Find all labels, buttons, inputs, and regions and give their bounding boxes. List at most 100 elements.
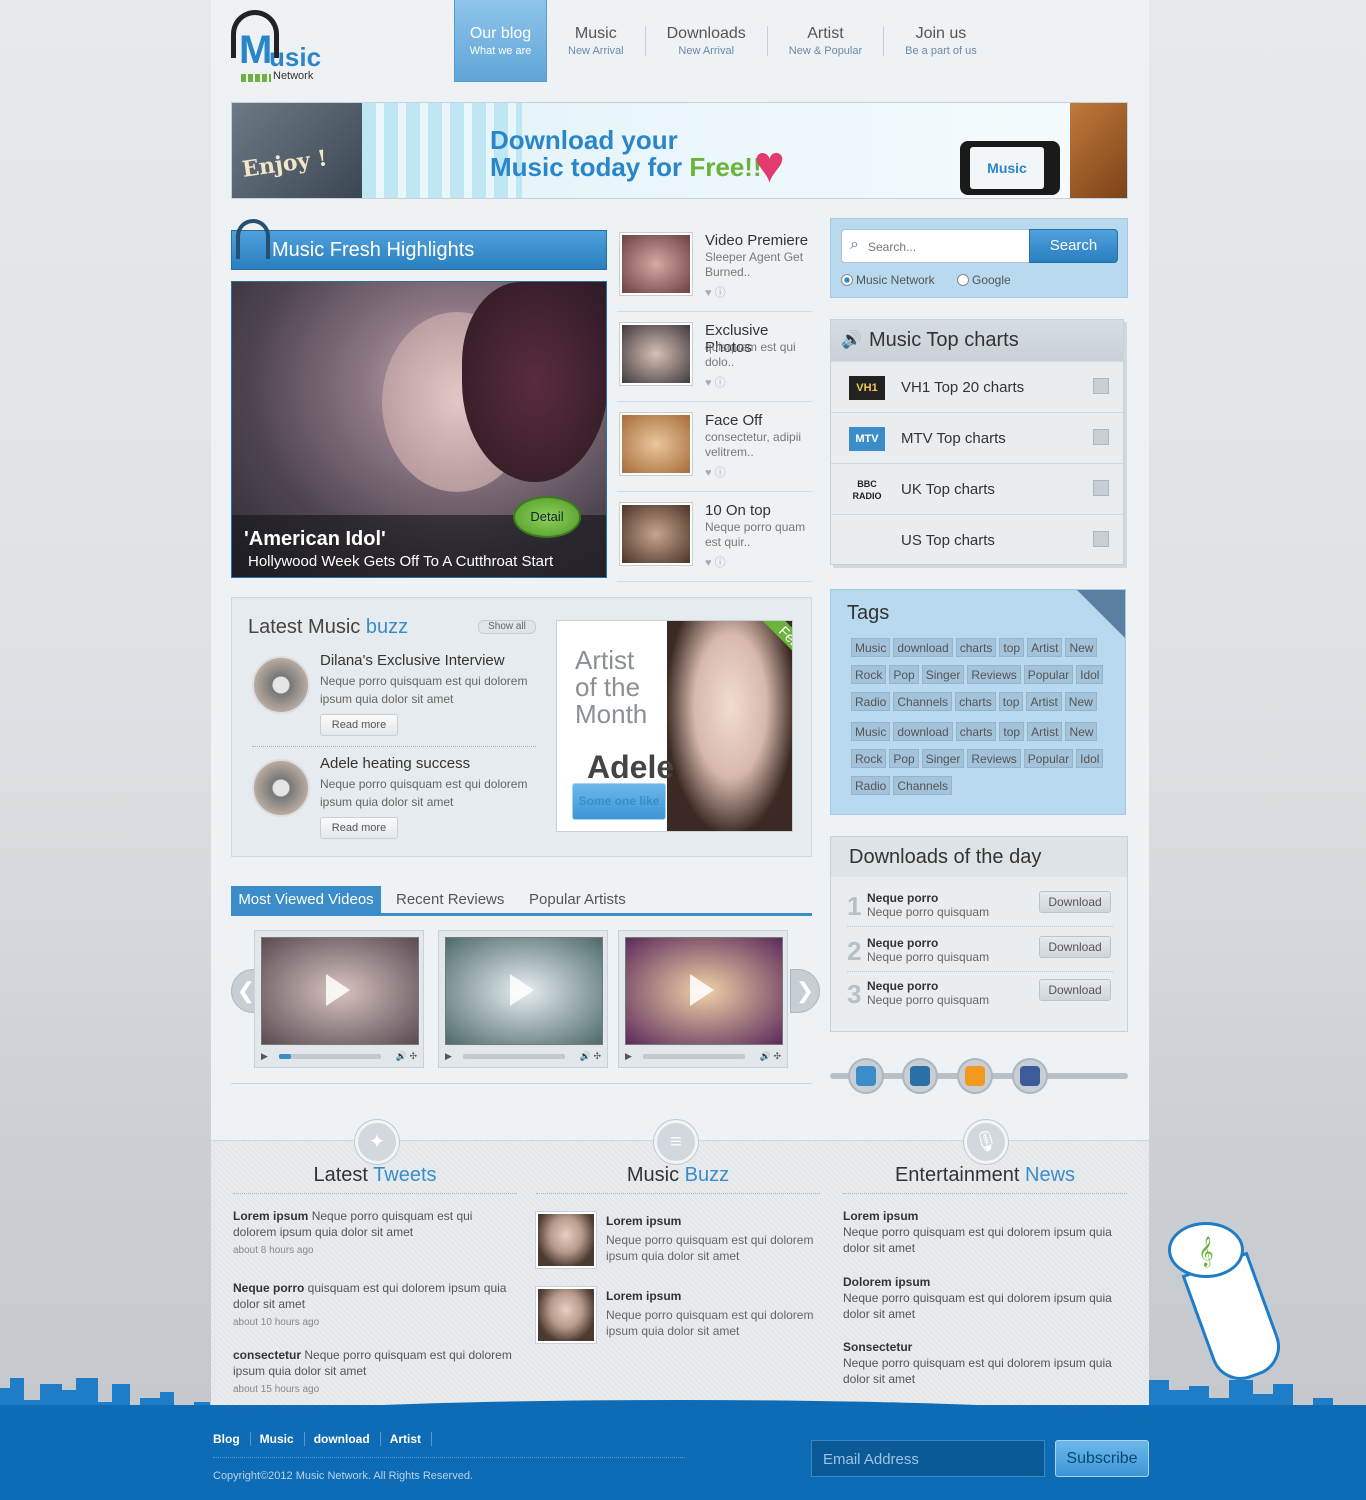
video-screen[interactable] [625, 937, 783, 1045]
tag-chip[interactable]: Pop [889, 749, 919, 768]
tag-chip[interactable]: Radio [851, 692, 891, 711]
tag-chip[interactable]: Music [851, 722, 891, 741]
like-info-icons[interactable]: ♥ ⓘ [705, 464, 726, 480]
video-screen[interactable] [445, 937, 603, 1045]
tweet-author[interactable]: Neque porro [233, 1281, 304, 1295]
tag-chip[interactable]: Popular [1023, 749, 1074, 768]
nav-item-join-us[interactable]: Join us Be a part of us [896, 0, 986, 82]
play-icon[interactable] [510, 974, 534, 1006]
video-player[interactable]: ▶ 🔊 ✣ [618, 930, 788, 1068]
progress-track[interactable] [643, 1054, 745, 1059]
tag-chip[interactable]: Radio [851, 776, 891, 795]
footer-link-download[interactable]: download [314, 1432, 381, 1446]
promo-banner[interactable]: Enjoy ! Download your Music today for Fr… [231, 102, 1128, 199]
tag-chip[interactable]: Popular [1023, 665, 1074, 684]
tweet-author[interactable]: Lorem ipsum [233, 1209, 308, 1223]
featured-story[interactable]: 'American Idol' Hollywood Week Gets Off … [231, 281, 607, 578]
tag-chip[interactable]: Music [851, 638, 891, 657]
tag-chip[interactable]: charts [955, 692, 996, 711]
buzz-title[interactable]: Adele heating success [320, 755, 470, 772]
tag-chip[interactable]: Reviews [967, 665, 1021, 684]
tag-chip[interactable]: Channels [893, 692, 953, 711]
tag-chip[interactable]: download [893, 638, 953, 657]
chart-item[interactable]: US Top charts [831, 514, 1123, 565]
tag-chip[interactable]: top [998, 692, 1024, 711]
footer-link-music[interactable]: Music [260, 1432, 305, 1446]
tag-chip[interactable]: top [999, 722, 1025, 741]
radio-music-network[interactable]: Music Network [841, 273, 935, 287]
chart-item[interactable]: VH1 VH1 Top 20 charts [831, 361, 1123, 412]
like-info-icons[interactable]: ♥ ⓘ [705, 284, 726, 300]
play-icon[interactable] [326, 974, 350, 1006]
search-input[interactable]: Search... [841, 229, 1033, 263]
show-all-button[interactable]: Show all [478, 620, 536, 634]
chart-item[interactable]: MTV MTV Top charts [831, 412, 1123, 463]
video-player[interactable]: ▶ 🔊 ✣ [254, 930, 424, 1068]
play-icon[interactable] [690, 974, 714, 1006]
microphone-icon[interactable]: 🎙 [964, 1120, 1008, 1164]
tag-chip[interactable]: Singer [921, 665, 965, 684]
plus-icon[interactable] [1093, 429, 1109, 445]
read-more-button[interactable]: Read more [320, 817, 398, 839]
playlist-icon[interactable]: ≡ [654, 1120, 698, 1164]
tag-chip[interactable]: Rock [851, 665, 887, 684]
tab-most-viewed[interactable]: Most Viewed Videos [231, 886, 381, 914]
news-title[interactable]: Sonsectetur [843, 1340, 912, 1354]
footer-link-artist[interactable]: Artist [390, 1432, 433, 1446]
progress-track[interactable] [463, 1054, 565, 1059]
site-logo[interactable]: M usic Network [231, 10, 341, 86]
artist-of-the-month[interactable]: Artistof theMonth Adele Some one like yo… [556, 620, 793, 832]
tag-chip[interactable]: download [893, 722, 953, 741]
detail-button[interactable]: Detail [513, 496, 581, 538]
buzz-title[interactable]: Dilana's Exclusive Interview [320, 652, 505, 669]
tag-chip[interactable]: Artist [1027, 722, 1063, 741]
list-item[interactable]: Exclusive Photos quisquam est qui dolo..… [617, 312, 812, 402]
news-title[interactable]: Dolorem ipsum [843, 1275, 930, 1289]
tag-chip[interactable]: Reviews [967, 749, 1021, 768]
tag-chip[interactable]: Pop [889, 665, 919, 684]
tag-chip[interactable]: Singer [921, 749, 965, 768]
nav-item-downloads[interactable]: Downloads New Arrival [658, 0, 755, 82]
chart-item[interactable]: BBC RADIO UK Top charts [831, 463, 1123, 514]
tag-chip[interactable]: New [1065, 638, 1098, 657]
tag-chip[interactable]: New [1064, 692, 1097, 711]
video-screen[interactable] [261, 937, 419, 1045]
tag-chip[interactable]: charts [955, 638, 997, 657]
download-button[interactable]: Download [1039, 891, 1111, 913]
tag-chip[interactable]: Artist [1026, 692, 1062, 711]
tag-chip[interactable]: Idol [1076, 665, 1104, 684]
tag-chip[interactable]: Channels [893, 776, 953, 795]
list-item[interactable]: Face Off consectetur, adipii velitrem.. … [617, 402, 812, 492]
tag-chip[interactable]: New [1065, 722, 1098, 741]
progress-track[interactable] [279, 1054, 381, 1059]
tag-chip[interactable]: Idol [1076, 749, 1104, 768]
video-player[interactable]: ▶ 🔊 ✣ [438, 930, 608, 1068]
plus-icon[interactable] [1093, 531, 1109, 547]
tag-chip[interactable]: charts [955, 722, 997, 741]
list-item[interactable]: 10 On top Neque porro quam est quir.. ♥ … [617, 492, 812, 582]
nav-item-artist[interactable]: Artist New & Popular [780, 0, 871, 82]
read-more-button[interactable]: Read more [320, 714, 398, 736]
nav-item-our-blog[interactable]: Our blog What we are [454, 0, 547, 82]
tag-chip[interactable]: top [999, 638, 1025, 657]
rss-icon[interactable] [957, 1058, 993, 1094]
email-input[interactable]: Email Address [811, 1440, 1045, 1477]
tab-recent-reviews[interactable]: Recent Reviews [396, 886, 504, 914]
footer-link-blog[interactable]: Blog [213, 1432, 251, 1446]
download-button[interactable]: Download [1039, 979, 1111, 1001]
plus-icon[interactable] [1093, 480, 1109, 496]
stumble-icon[interactable] [902, 1058, 938, 1094]
news-title[interactable]: Lorem ipsum [843, 1209, 918, 1223]
post-title[interactable]: Lorem ipsum [606, 1214, 681, 1228]
plus-icon[interactable] [1093, 378, 1109, 394]
tag-chip[interactable]: Artist [1027, 638, 1063, 657]
delicious-icon[interactable] [848, 1058, 884, 1094]
search-button[interactable]: Search [1029, 229, 1118, 263]
nav-item-music[interactable]: Music New Arrival [559, 0, 633, 82]
tab-popular-artists[interactable]: Popular Artists [529, 886, 626, 914]
facebook-icon[interactable] [1012, 1058, 1048, 1094]
download-button[interactable]: Download [1039, 936, 1111, 958]
subscribe-button[interactable]: Subscribe [1055, 1440, 1149, 1477]
list-item[interactable]: Video Premiere Sleeper Agent Get Burned.… [617, 222, 812, 312]
next-arrow-icon[interactable]: ❯ [790, 969, 820, 1013]
